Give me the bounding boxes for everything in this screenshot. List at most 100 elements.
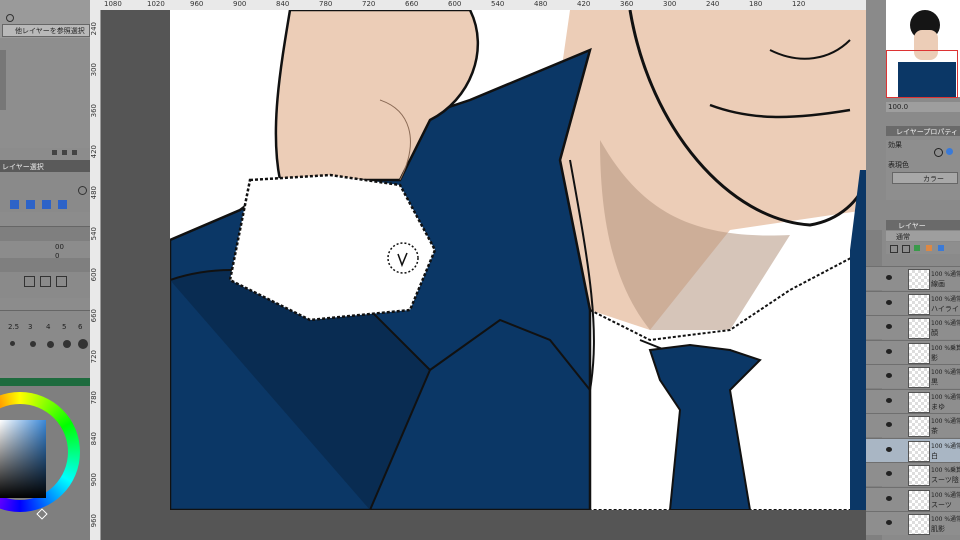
layer-thumbnail	[908, 367, 930, 388]
ruler-top-label: 600	[448, 0, 462, 8]
layer-thumbnail	[908, 293, 930, 315]
layer-opacity-mode: 100 %通常	[931, 491, 960, 499]
brush-dot[interactable]	[10, 341, 15, 346]
layer-row[interactable]: 100 %通常黒	[866, 364, 960, 388]
trash-icon[interactable]	[52, 150, 57, 155]
layer-thumbnail	[908, 318, 930, 339]
eye-icon[interactable]	[886, 324, 892, 329]
blend-mode-select[interactable]: 通常	[886, 231, 960, 241]
layer-opacity-mode: 100 %通常	[931, 320, 960, 327]
layer-mask-icon[interactable]	[938, 245, 944, 251]
layer-ref-icon-3[interactable]	[42, 200, 51, 209]
color-panel-tab[interactable]	[0, 378, 90, 386]
brush-dot[interactable]	[63, 340, 71, 348]
layer-ref-icon-2[interactable]	[26, 200, 35, 209]
brush-dot[interactable]	[30, 341, 36, 347]
tool-row	[0, 172, 90, 198]
tool-property-area	[0, 38, 90, 155]
effect-icon[interactable]	[934, 148, 943, 157]
setting-value-0: 0	[55, 252, 60, 260]
ruler-top-label: 120	[792, 0, 806, 8]
layer-opacity-mode: 100 %通常	[931, 393, 960, 401]
layer-opacity-mode: 100 %通常	[931, 516, 960, 523]
layer-row[interactable]: 100 %通常顔	[866, 315, 960, 339]
layer-lock-icon[interactable]	[890, 245, 898, 253]
layer-row[interactable]: 100 %乗算 スーツ陰	[866, 462, 960, 486]
effect-color-icon[interactable]	[946, 148, 953, 155]
illustration[interactable]	[170, 10, 866, 510]
ref-layer-label: 他レイヤーを参照選択	[15, 27, 85, 35]
drawing-canvas[interactable]	[170, 10, 866, 510]
layer-thumbnail	[908, 514, 930, 535]
eye-icon[interactable]	[886, 275, 892, 280]
eye-icon[interactable]	[886, 373, 892, 378]
eye-icon[interactable]	[886, 446, 892, 452]
layer-row[interactable]: 100 %通常白	[866, 437, 960, 462]
ruler-top-label: 780	[319, 0, 333, 8]
layer-ref-bar[interactable]: レイヤー選択	[0, 160, 90, 172]
tab-layer[interactable]: レイヤー	[886, 220, 960, 230]
ruler-left-label: 240	[90, 22, 98, 36]
ruler-top-label: 1020	[147, 0, 165, 8]
brush-dot[interactable]	[47, 341, 54, 348]
brush-dot[interactable]	[78, 339, 88, 349]
ruler-top-label: 960	[190, 0, 204, 8]
layer-row[interactable]: 100 %通常 線画	[866, 266, 960, 290]
panel-icons	[52, 150, 82, 156]
eye-icon[interactable]	[886, 520, 892, 525]
layer-ref-icon[interactable]	[914, 245, 920, 251]
layer-ref-icon-4[interactable]	[58, 200, 67, 209]
setting-slider-1[interactable]: 00	[0, 226, 90, 251]
copy-icon[interactable]	[62, 150, 67, 155]
zoom-value: 100.0	[888, 103, 909, 111]
brush-size-1[interactable]: 2.5	[8, 323, 19, 331]
eye-icon[interactable]	[886, 471, 892, 476]
scroll-edge[interactable]	[0, 50, 6, 110]
arrow-icon-2[interactable]	[40, 276, 51, 287]
layer-row[interactable]: 100 %通常茶	[866, 413, 960, 437]
ruler-top-label: 540	[491, 0, 505, 8]
layer-opacity-mode: 100 %乗算	[931, 467, 960, 474]
target-icon[interactable]	[6, 14, 14, 22]
navigator-preview[interactable]	[886, 0, 960, 98]
ruler-left-label: 840	[90, 432, 98, 446]
layer-thumbnail	[908, 440, 930, 462]
saturation-square[interactable]	[0, 420, 46, 498]
layer-row[interactable]: 100 %通常 スーツ	[866, 486, 960, 511]
right-panel: 100.0 レイヤープロパティ 効果 表現色 カラー レイヤー 通常 100 %…	[866, 0, 960, 540]
brush-size-5[interactable]: 6	[78, 323, 82, 331]
layer-clip-icon[interactable]	[902, 245, 910, 253]
navigator-viewport[interactable]	[886, 50, 958, 98]
settings-icon[interactable]	[72, 150, 77, 155]
tab-layer-property[interactable]: レイヤープロパティ	[886, 126, 960, 136]
layer-color-icon[interactable]	[926, 245, 932, 251]
ruler-top-label: 720	[362, 0, 376, 8]
eye-icon[interactable]	[886, 397, 892, 403]
layer-row[interactable]: 100 %通常ハイライト	[866, 290, 960, 315]
arrow-icon-3[interactable]	[56, 276, 67, 287]
brush-size-3[interactable]: 4	[46, 323, 50, 331]
layer-name: 影	[931, 353, 938, 362]
hue-picker[interactable]	[36, 508, 48, 520]
setting-slider-2[interactable]: 0	[0, 252, 90, 272]
search-icon[interactable]	[78, 186, 87, 195]
eye-icon[interactable]	[886, 348, 892, 354]
layer-row[interactable]: 100 %乗算影	[866, 339, 960, 364]
layer-opacity-mode: 100 %通常	[931, 442, 960, 450]
layer-row[interactable]: 100 %通常 肌影	[866, 511, 960, 535]
brush-size-4[interactable]: 5	[62, 323, 66, 331]
expression-color-select[interactable]: カラー	[892, 172, 958, 184]
eye-icon[interactable]	[886, 299, 892, 305]
zoom-row[interactable]: 100.0	[886, 102, 960, 112]
ruler-left-label: 300	[90, 63, 98, 77]
canvas-area[interactable]	[101, 10, 866, 540]
ruler-top-label: 360	[620, 0, 634, 8]
brush-size-2[interactable]: 3	[28, 323, 32, 331]
arrow-icon[interactable]	[24, 276, 35, 287]
layer-ref-icon[interactable]	[10, 200, 19, 209]
layer-row[interactable]: 100 %通常 まゆ	[866, 388, 960, 413]
eye-icon[interactable]	[886, 495, 892, 501]
ref-layer-button[interactable]: 他レイヤーを参照選択	[2, 24, 90, 37]
eye-icon[interactable]	[886, 422, 892, 427]
color-wheel-panel	[0, 386, 90, 540]
